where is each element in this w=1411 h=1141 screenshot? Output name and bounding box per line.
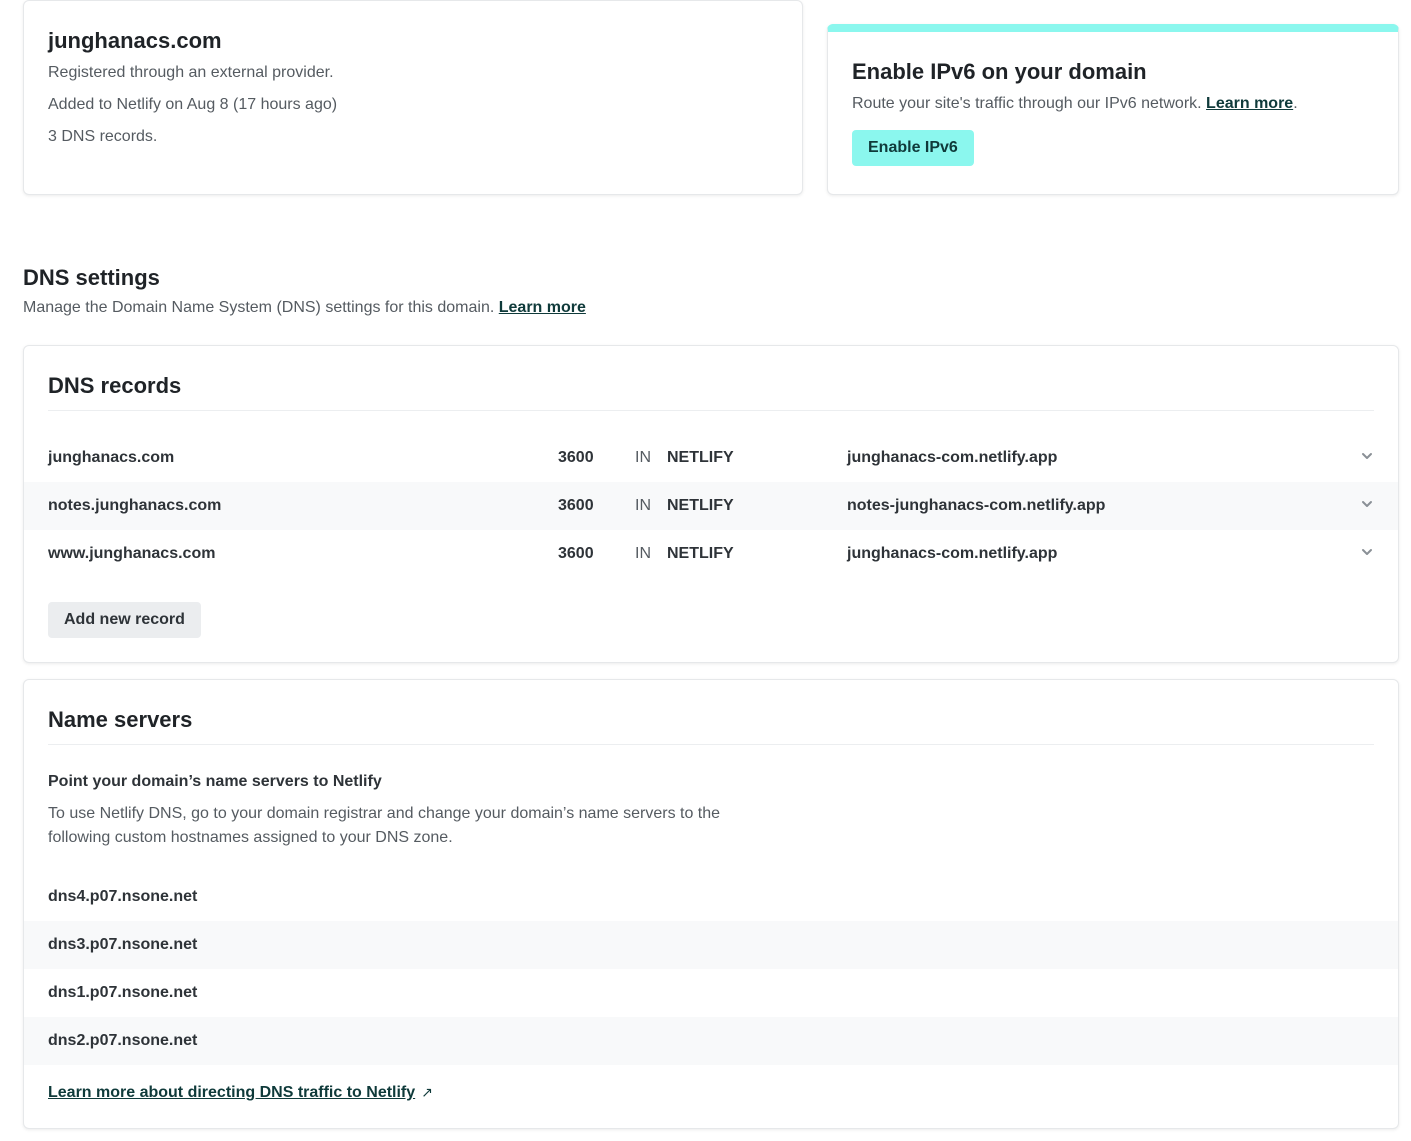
name-server-hostname: dns4.p07.nsone.net — [48, 888, 198, 905]
domain-registered-text: Registered through an external provider. — [48, 64, 334, 81]
record-class: IN — [635, 497, 651, 514]
dns-settings-description-text: Manage the Domain Name System (DNS) sett… — [23, 299, 495, 316]
domain-title: junghanacs.com — [48, 28, 222, 53]
record-name: www.junghanacs.com — [48, 545, 216, 562]
record-type: NETLIFY — [667, 449, 734, 466]
dns-records-card: DNS records junghanacs.com 3600 IN NETLI… — [23, 345, 1399, 663]
name-server-row: dns3.p07.nsone.net — [24, 921, 1398, 969]
domain-records-count: 3 DNS records. — [48, 128, 158, 145]
ipv6-description: Route your site's traffic through our IP… — [852, 95, 1298, 112]
dns-records-title: DNS records — [48, 372, 1374, 411]
dns-settings-header: DNS settings Manage the Domain Name Syst… — [23, 264, 586, 318]
domain-card: junghanacs.com Registered through an ext… — [23, 0, 803, 195]
chevron-down-icon[interactable] — [1360, 446, 1376, 466]
record-name: junghanacs.com — [48, 449, 175, 466]
name-server-hostname: dns2.p07.nsone.net — [48, 1032, 198, 1049]
record-ttl: 3600 — [558, 545, 594, 562]
chevron-down-icon[interactable] — [1360, 494, 1376, 514]
name-server-row: dns2.p07.nsone.net — [24, 1017, 1398, 1065]
record-ttl: 3600 — [558, 497, 594, 514]
dns-settings-learn-more-link[interactable]: Learn more — [499, 299, 586, 316]
domain-added-text: Added to Netlify on Aug 8 (17 hours ago) — [48, 96, 338, 113]
name-server-hostname: dns1.p07.nsone.net — [48, 984, 198, 1001]
dns-record-row[interactable]: www.junghanacs.com 3600 IN NETLIFY jungh… — [24, 530, 1398, 578]
name-servers-title: Name servers — [48, 706, 1374, 745]
add-new-record-button[interactable]: Add new record — [48, 602, 201, 638]
dns-settings-title: DNS settings — [23, 265, 160, 290]
dns-record-row[interactable]: notes.junghanacs.com 3600 IN NETLIFY not… — [24, 482, 1398, 530]
ipv6-title: Enable IPv6 on your domain — [852, 59, 1147, 84]
record-ttl: 3600 — [558, 449, 594, 466]
name-server-row: dns4.p07.nsone.net — [24, 873, 1398, 921]
record-type: NETLIFY — [667, 545, 734, 562]
name-server-hostname: dns3.p07.nsone.net — [48, 936, 198, 953]
ipv6-card: Enable IPv6 on your domain Route your si… — [827, 24, 1399, 195]
directing-dns-link-wrapper: Learn more about directing DNS traffic t… — [48, 1082, 433, 1103]
record-value: junghanacs-com.netlify.app — [847, 449, 1058, 466]
name-server-row: dns1.p07.nsone.net — [24, 969, 1398, 1017]
dns-record-row[interactable]: junghanacs.com 3600 IN NETLIFY junghanac… — [24, 434, 1398, 482]
record-class: IN — [635, 449, 651, 466]
record-value: notes-junghanacs-com.netlify.app — [847, 497, 1106, 514]
enable-ipv6-button[interactable]: Enable IPv6 — [852, 130, 974, 166]
name-servers-subtitle: Point your domain’s name servers to Netl… — [48, 773, 382, 790]
name-servers-description: To use Netlify DNS, go to your domain re… — [48, 805, 721, 846]
record-value: junghanacs-com.netlify.app — [847, 545, 1058, 562]
name-servers-card: Name servers Point your domain’s name se… — [23, 679, 1399, 1129]
record-name: notes.junghanacs.com — [48, 497, 222, 514]
record-class: IN — [635, 545, 651, 562]
dns-settings-description: Manage the Domain Name System (DNS) sett… — [23, 298, 586, 318]
directing-dns-learn-more-link[interactable]: Learn more about directing DNS traffic t… — [48, 1084, 415, 1101]
record-type: NETLIFY — [667, 497, 734, 514]
external-link-icon: ↗ — [421, 1084, 433, 1100]
ipv6-description-text: Route your site's traffic through our IP… — [852, 95, 1202, 112]
ipv6-learn-more-link[interactable]: Learn more — [1206, 95, 1293, 112]
chevron-down-icon[interactable] — [1360, 542, 1376, 562]
